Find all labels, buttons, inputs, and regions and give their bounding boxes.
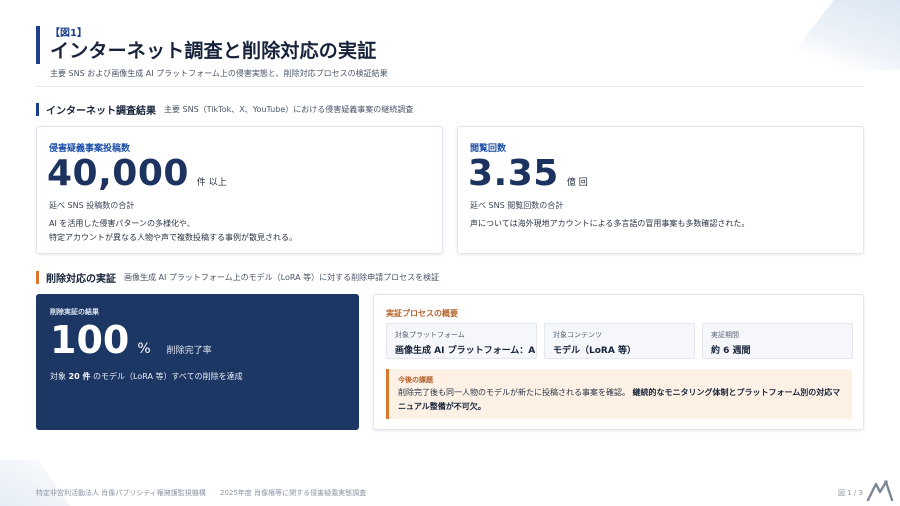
- section-accent-bar: [36, 103, 39, 116]
- info-label: 対象コンテンツ: [553, 331, 602, 339]
- result-note-count: 20 件: [68, 372, 91, 381]
- info-value: 約 6 週間: [711, 346, 751, 356]
- views-count-unit: 億 回: [566, 178, 588, 188]
- itmedia-logo-icon: [866, 480, 894, 502]
- future-issue-box: 今後の課題 削除完了後も同一人物のモデルが新たに投稿される事案を確認。 継続的な…: [386, 369, 852, 419]
- info-label: 実証期間: [711, 331, 739, 339]
- info-box-period: 実証期間 約 6 週間: [702, 323, 853, 359]
- section-survey-heading: インターネット調査結果 主要 SNS（TikTok、X、YouTube）における…: [36, 102, 413, 117]
- info-box-content: 対象コンテンツ モデル（LoRA 等）: [544, 323, 695, 359]
- views-card: 閲覧回数 3.35 億 回 延べ SNS 閲覧回数の合計 声については海外現地ア…: [457, 126, 864, 254]
- views-count-value: 3.35: [468, 153, 559, 194]
- process-overview-card: 実証プロセスの概要 対象プラットフォーム 画像生成 AI プラットフォーム：A …: [373, 294, 864, 430]
- posts-desc-line: AI を活用した侵害パターンの多様化や、: [49, 219, 195, 228]
- header-accent-bar: [36, 26, 40, 64]
- page-footer: 特定非営利活動法人 肖像パブリシティ権擁護監視機構 2025年度 肖像権等に関す…: [36, 488, 378, 498]
- posts-desc-line: 特定アカウントが異なる人物や声で複数投稿する事例が散見される。: [49, 233, 297, 242]
- corner-decoration-top-right: [780, 0, 900, 70]
- issue-text-plain: 削除完了後も同一人物のモデルが新たに投稿される事案を確認。: [398, 388, 630, 397]
- posts-count-value: 40,000: [47, 153, 189, 194]
- posts-card-description: AI を活用した侵害パターンの多様化や、 特定アカウントが異なる人物や声で複数投…: [49, 217, 297, 245]
- section-removal-description: 画像生成 AI プラットフォーム上のモデル（LoRA 等）に対する削除申請プロセ…: [124, 273, 440, 282]
- info-label: 対象プラットフォーム: [395, 331, 465, 339]
- page-subtitle: 主要 SNS および画像生成 AI プラットフォーム上の侵害実態と、削除対応プロ…: [50, 69, 388, 78]
- process-card-title: 実証プロセスの概要: [386, 309, 458, 318]
- section-survey-description: 主要 SNS（TikTok、X、YouTube）における侵害疑義事案の継続調査: [164, 105, 414, 114]
- page-title: インターネット調査と削除対応の実証: [50, 40, 377, 62]
- posts-value-row: 40,000 件 以上: [47, 153, 227, 194]
- removal-rate-caption: 削除完了率: [166, 346, 212, 356]
- views-value-row: 3.35 億 回: [468, 153, 588, 194]
- removal-result-card: 削除実証の結果 100 % 削除完了率 対象 20 件 のモデル（LoRA 等）…: [36, 294, 359, 430]
- section-removal-heading: 削除対応の実証 画像生成 AI プラットフォーム上のモデル（LoRA 等）に対す…: [36, 270, 439, 285]
- footer-report-title: 2025年度 肖像権等に関する侵害疑義実態調査: [220, 489, 367, 497]
- header-divider: [36, 86, 864, 87]
- result-note: 対象 20 件 のモデル（LoRA 等）すべての削除を達成: [50, 371, 243, 382]
- section-accent-bar: [36, 271, 39, 284]
- result-value-row: 100 % 削除完了率: [50, 318, 212, 362]
- section-survey-title: インターネット調査結果: [46, 106, 156, 117]
- footer-organization: 特定非営利活動法人 肖像パブリシティ権擁護監視機構: [36, 489, 206, 497]
- info-value: モデル（LoRA 等）: [553, 346, 636, 356]
- views-card-description: 声については海外現地アカウントによる多言語の冒用事案も多数確認された。: [470, 219, 750, 228]
- corner-decoration-bottom-left: [0, 460, 70, 506]
- posts-count-unit: 件 以上: [196, 178, 227, 188]
- views-card-note: 延べ SNS 閲覧回数の合計: [470, 201, 564, 210]
- removal-rate-unit: %: [137, 341, 151, 357]
- result-note-suffix: のモデル（LoRA 等）すべての削除を達成: [93, 372, 243, 381]
- result-card-label: 削除実証の結果: [50, 308, 99, 316]
- page-number: 図 1 / 3: [838, 489, 863, 497]
- section-removal-title: 削除対応の実証: [46, 274, 116, 285]
- removal-rate-value: 100: [50, 318, 130, 362]
- issue-text: 削除完了後も同一人物のモデルが新たに投稿される事案を確認。 継続的なモニタリング…: [398, 386, 848, 414]
- posts-card: 侵害疑義事案投稿数 40,000 件 以上 延べ SNS 投稿数の合計 AI を…: [36, 126, 443, 254]
- posts-card-note: 延べ SNS 投稿数の合計: [49, 201, 135, 210]
- info-box-platform: 対象プラットフォーム 画像生成 AI プラットフォーム：A: [386, 323, 537, 359]
- info-value: 画像生成 AI プラットフォーム：A: [395, 346, 536, 356]
- issue-title: 今後の課題: [398, 376, 433, 384]
- result-note-prefix: 対象: [50, 372, 66, 381]
